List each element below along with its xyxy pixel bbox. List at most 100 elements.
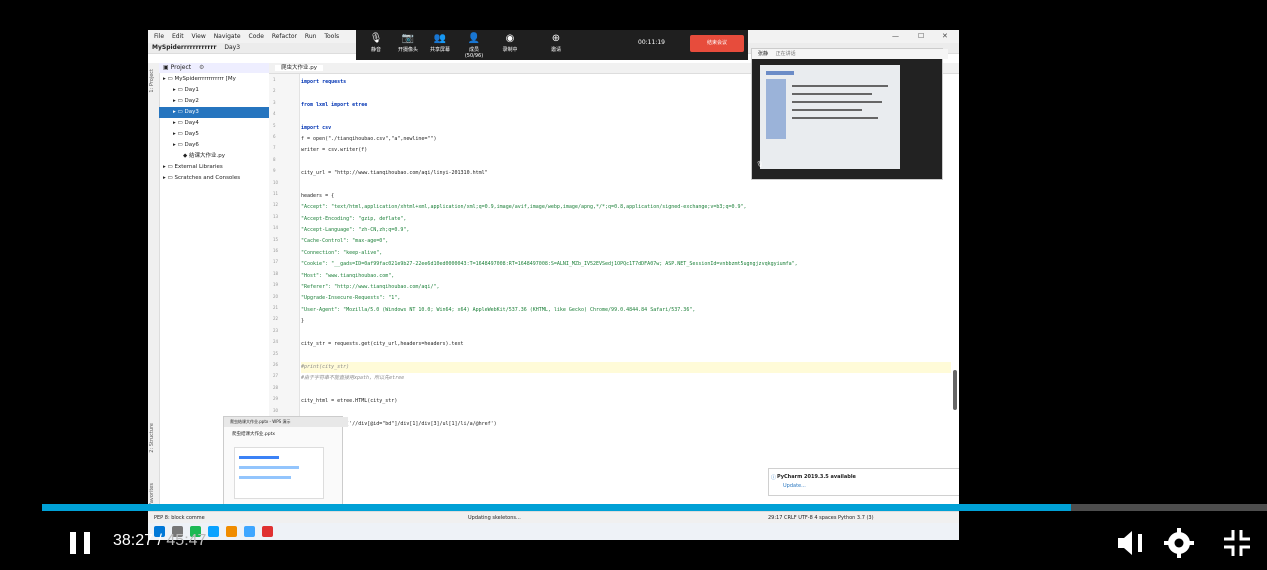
gear-icon[interactable]: ⚙: [199, 64, 204, 71]
line-number: 13: [273, 213, 279, 219]
line-number: 4: [273, 111, 276, 117]
tree-item-label: Scratches and Consoles: [174, 175, 241, 181]
breadcrumb-folder[interactable]: Day3: [224, 44, 240, 51]
folder-icon: ▸ ▭: [173, 87, 185, 93]
code-line[interactable]: [301, 328, 951, 339]
members-label: 成员(50/96): [464, 47, 484, 59]
update-link[interactable]: Update...: [783, 483, 806, 489]
tree-item[interactable]: ▸ ▭ Day1: [159, 85, 269, 96]
update-notification[interactable]: ⓘ PyCharm 2019.3.5 available Update...: [768, 468, 959, 496]
menu-run[interactable]: Run: [305, 33, 317, 40]
volume-icon[interactable]: [1116, 526, 1150, 560]
invite-button[interactable]: ⊕ 邀请: [542, 32, 570, 53]
mute-label: 静音: [370, 47, 381, 53]
code-line[interactable]: }: [301, 316, 951, 327]
code-line[interactable]: headers = {: [301, 191, 951, 202]
tree-item[interactable]: ▸ ▭ Day4: [159, 118, 269, 129]
code-line[interactable]: "Accept": "text/html,application/xhtml+x…: [301, 202, 951, 213]
video-progress-bar[interactable]: [42, 504, 1267, 511]
minimize-icon[interactable]: —: [892, 32, 899, 40]
code-line[interactable]: city_str = requests.get(city_url,headers…: [301, 339, 951, 350]
code-line[interactable]: #由于字符串不能直接用xpath，所以先etree: [301, 373, 951, 384]
video-controls: 38:27 / 45:47: [0, 512, 1267, 570]
line-number: 14: [273, 225, 279, 231]
tree-item[interactable]: ▸ ▭ MySpiderrrrrrrrrrrr [My: [159, 74, 269, 85]
code-line[interactable]: "Host": "www.tianqihoubao.com",: [301, 271, 951, 282]
line-number: 25: [273, 350, 279, 356]
editor-scrollbar[interactable]: [953, 370, 957, 410]
side-label-project[interactable]: 1: Project: [149, 69, 155, 93]
code-line[interactable]: "Accept-Language": "zh-CN,zh;q=0.9",: [301, 225, 951, 236]
end-meeting-button[interactable]: 结束会议: [690, 35, 744, 52]
folder-icon: ▸ ▭: [173, 98, 185, 104]
code-line[interactable]: "User-Agent": "Mozilla/5.0 (Windows NT 1…: [301, 305, 951, 316]
side-label-structure[interactable]: 2: Structure: [149, 423, 155, 453]
camera-button[interactable]: 📷 开摄像头: [394, 32, 422, 53]
tree-item[interactable]: ▸ ▭ Scratches and Consoles: [159, 173, 269, 184]
line-number: 24: [273, 339, 279, 345]
pause-button[interactable]: [70, 532, 92, 554]
folder-icon: ▸ ▭: [173, 109, 185, 115]
members-button[interactable]: 👤 成员(50/96): [460, 32, 488, 59]
code-line[interactable]: [301, 407, 951, 418]
tree-item-label: Day6: [184, 142, 199, 148]
line-number: 27: [273, 373, 279, 379]
menu-file[interactable]: File: [154, 33, 164, 40]
code-line[interactable]: [301, 180, 951, 191]
line-number: 28: [273, 384, 279, 390]
line-number: 11: [273, 191, 279, 196]
code-line[interactable]: [301, 430, 951, 441]
record-button[interactable]: ◉ 录制中: [496, 32, 524, 53]
tree-item[interactable]: ▸ ▭ Day3: [159, 107, 269, 118]
close-icon[interactable]: ✕: [942, 32, 948, 40]
menu-view[interactable]: View: [192, 33, 206, 40]
line-number: 29: [273, 396, 279, 402]
exit-fullscreen-icon[interactable]: [1220, 526, 1254, 560]
invite-icon: ⊕: [551, 33, 561, 44]
menu-tools[interactable]: Tools: [324, 33, 339, 40]
members-icon: 👤: [467, 33, 481, 44]
code-line[interactable]: "Referer": "http://www.tianqihoubao.com/…: [301, 282, 951, 293]
code-line[interactable]: #print(city_str): [301, 361, 951, 374]
code-line[interactable]: city_html = etree.HTML(city_str): [301, 396, 951, 407]
line-number: 21: [273, 305, 279, 310]
maximize-icon[interactable]: ☐: [918, 32, 924, 40]
playback-time: 38:27 / 45:47: [113, 532, 206, 550]
editor-tab[interactable]: 爬虫大作业.py: [275, 65, 323, 71]
popup-window-title: 爬虫结课大作业.pptx - WPS 演示: [224, 417, 348, 427]
project-panel-header[interactable]: ▣ Project ⚙: [159, 63, 273, 73]
menu-edit[interactable]: Edit: [172, 33, 184, 40]
code-line[interactable]: list): [301, 442, 951, 453]
popup-doc-title: 爬虫结课大作业.pptx: [232, 432, 276, 437]
settings-icon[interactable]: [1162, 526, 1196, 560]
code-line[interactable]: l_list)): [301, 453, 951, 464]
taskbar-preview-popup[interactable]: 爬虫结课大作业.pptx - WPS 演示 爬虫结课大作业.pptx: [223, 416, 348, 512]
breadcrumb-project[interactable]: MySpiderrrrrrrrrrrr: [152, 44, 216, 51]
tree-item[interactable]: ◆ 结课大作业.py: [159, 151, 269, 162]
share-button[interactable]: 👥 共享屏幕: [426, 32, 454, 53]
code-line[interactable]: [301, 385, 951, 396]
tree-item-label: Day5: [184, 131, 199, 137]
record-icon: ◉: [505, 33, 515, 44]
code-line[interactable]: "Cache-Control": "max-age=0",: [301, 236, 951, 247]
tree-item[interactable]: ▸ ▭ External Libraries: [159, 162, 269, 173]
menu-code[interactable]: Code: [249, 33, 264, 40]
line-number: 18: [273, 270, 279, 276]
mute-button[interactable]: 🎙 静音: [362, 32, 390, 53]
line-number: 30: [273, 407, 279, 413]
line-number: 10: [273, 179, 279, 185]
tree-item[interactable]: ▸ ▭ Day6: [159, 140, 269, 151]
code-line[interactable]: "Upgrade-Insecure-Requests": "1",: [301, 293, 951, 304]
tree-item[interactable]: ▸ ▭ Day2: [159, 96, 269, 107]
presenter-video-window[interactable]: 张静 正在讲话 🎙: [751, 48, 948, 180]
tree-item[interactable]: ▸ ▭ Day5: [159, 129, 269, 140]
mic-icon: 🎙: [369, 33, 383, 44]
code-line[interactable]: "Cookie": "__gads=ID=0af99fac021e9b27-22…: [301, 259, 951, 270]
code-line[interactable]: [301, 350, 951, 361]
code-line[interactable]: "Connection": "keep-alive",: [301, 248, 951, 259]
code-line[interactable]: city_html.xpath('//div[@id="bd"]/div[1]/…: [301, 419, 951, 430]
tree-item-label: Day3: [184, 109, 199, 115]
code-line[interactable]: "Accept-Encoding": "gzip, deflate",: [301, 214, 951, 225]
menu-refactor[interactable]: Refactor: [272, 33, 297, 40]
menu-navigate[interactable]: Navigate: [214, 33, 241, 40]
